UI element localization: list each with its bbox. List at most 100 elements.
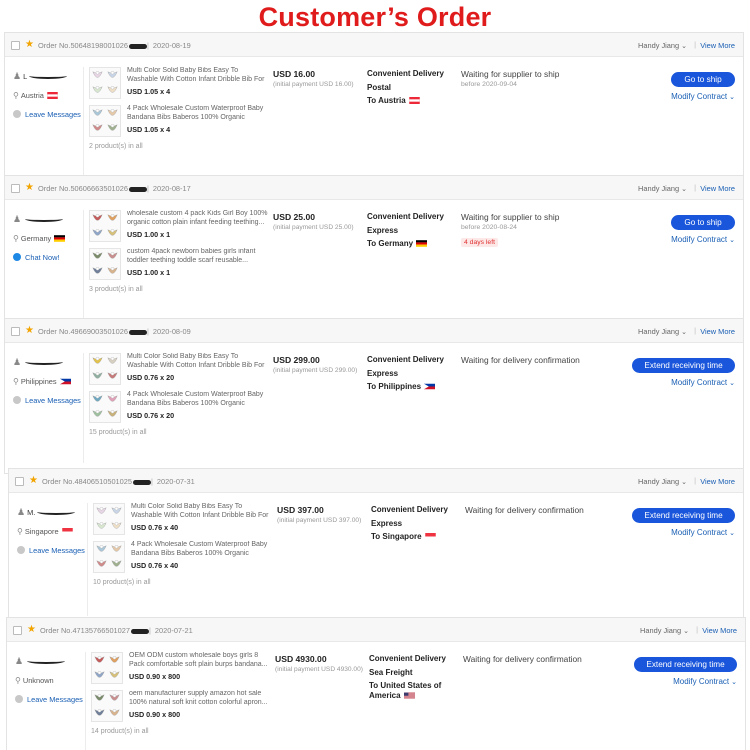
- order-amount: USD 397.00 (initial payment USD 397.00): [277, 505, 369, 525]
- order-checkbox[interactable]: [11, 41, 20, 50]
- order-checkbox[interactable]: [11, 184, 20, 193]
- leave-messages-link[interactable]: Leave Messages: [17, 543, 87, 557]
- leave-messages-link[interactable]: Leave Messages: [13, 107, 83, 121]
- product-thumbnail[interactable]: [89, 353, 121, 385]
- extend-receiving-time-button[interactable]: Extend receiving time: [632, 358, 735, 373]
- shipping-info: Convenient Delivery Express To Philippines: [367, 355, 459, 396]
- location-pin-icon: ⚲: [13, 233, 19, 243]
- delivery-type: Convenient Delivery: [367, 355, 444, 364]
- leave-messages-link[interactable]: Leave Messages: [15, 692, 85, 706]
- product-name[interactable]: 4 Pack Wholesale Custom Waterproof Baby …: [127, 105, 269, 122]
- product-name[interactable]: 4 Pack Wholesale Custom Waterproof Baby …: [131, 541, 273, 558]
- country-flag-icon: [422, 532, 436, 541]
- buyer-country: Austria: [20, 90, 44, 100]
- seller-dropdown[interactable]: Handy Jiang ⌄: [638, 41, 687, 50]
- product-thumbnail[interactable]: [89, 391, 121, 423]
- product-name[interactable]: custom 4pack newborn babies girls infant…: [127, 248, 269, 265]
- chevron-down-icon: ⌄: [731, 679, 737, 686]
- status-text: Waiting for delivery confirmation: [463, 654, 582, 664]
- order-number[interactable]: Order No.48406510501025: [42, 477, 151, 486]
- buyer-name[interactable]: L: [23, 72, 27, 81]
- product-name[interactable]: OEM ODM custom wholesale boys girls 8 Pa…: [129, 652, 271, 669]
- modify-contract-dropdown[interactable]: Modify Contract ⌄: [631, 528, 735, 537]
- product-name[interactable]: Multi Color Solid Baby Bibs Easy To Wash…: [127, 353, 269, 370]
- product-name[interactable]: wholesale custom 4 pack Kids Girl Boy 10…: [127, 210, 269, 227]
- product-price: USD 0.90 x 800: [129, 710, 181, 719]
- go-to-ship-button[interactable]: Go to ship: [671, 72, 735, 87]
- view-more-link[interactable]: View More: [700, 41, 735, 50]
- gold-supplier-icon: ★: [25, 325, 34, 336]
- shipping-info: Convenient Delivery Sea Freight To United …: [369, 654, 461, 704]
- product-price: USD 1.05 x 4: [127, 125, 171, 134]
- product-count: 15 product(s) in all: [89, 429, 147, 436]
- product-thumbnail[interactable]: [89, 105, 121, 137]
- order-date: 2020-07-21: [154, 626, 193, 635]
- modify-contract-dropdown[interactable]: Modify Contract ⌄: [631, 92, 735, 101]
- product-thumbnail[interactable]: [89, 67, 121, 99]
- initial-payment: (initial payment USD 397.00): [277, 517, 362, 524]
- view-more-link[interactable]: View More: [702, 626, 737, 635]
- view-more-link[interactable]: View More: [700, 327, 735, 336]
- redaction-mark: [25, 216, 64, 222]
- modify-contract-dropdown[interactable]: Modify Contract ⌄: [631, 378, 735, 387]
- seller-dropdown[interactable]: Handy Jiang ⌄: [638, 327, 687, 336]
- extend-receiving-time-button[interactable]: Extend receiving time: [632, 508, 735, 523]
- order-checkbox[interactable]: [11, 327, 20, 336]
- product-thumbnail[interactable]: [93, 541, 125, 573]
- buyer-name[interactable]: M.: [27, 508, 35, 517]
- seller-dropdown[interactable]: Handy Jiang ⌄: [638, 477, 687, 486]
- seller-name: Handy Jiang: [638, 327, 680, 336]
- product-name[interactable]: oem manufacturer supply amazon hot sale …: [129, 690, 271, 707]
- product-price: USD 1.00 x 1: [127, 230, 171, 239]
- redaction-mark: [25, 359, 64, 365]
- order-number[interactable]: Order No.50606663501026: [38, 184, 147, 193]
- destination: To Philippines: [367, 382, 459, 392]
- order-actions: Extend receiving time Modify Contract ⌄: [631, 355, 735, 387]
- seller-dropdown[interactable]: Handy Jiang ⌄: [638, 184, 687, 193]
- header-divider: |: [147, 327, 149, 336]
- product-list: Multi Color Solid Baby Bibs Easy To Wash…: [93, 503, 273, 586]
- product-thumbnail[interactable]: [89, 210, 121, 242]
- order-card: ★ Order No.49669003501026 | 2020-08-09 Handy…: [4, 318, 744, 474]
- leave-messages-link[interactable]: Leave Messages: [13, 393, 83, 407]
- product-count: 3 product(s) in all: [89, 286, 143, 293]
- product-thumbnail[interactable]: [91, 652, 123, 684]
- order-number[interactable]: Order No.47135766501027: [40, 626, 149, 635]
- order-card: ★ Order No.50648198001026 | 2020-08-19 Handy…: [4, 32, 744, 188]
- product-thumbnail[interactable]: [93, 503, 125, 535]
- product-item: custom 4pack newborn babies girls infant…: [89, 248, 269, 280]
- order-date: 2020-08-09: [152, 327, 191, 336]
- shipping-method: Express: [371, 518, 403, 528]
- product-name[interactable]: 4 Pack Wholesale Custom Waterproof Baby …: [127, 391, 269, 408]
- gold-supplier-icon: ★: [25, 39, 34, 50]
- user-icon: ♟: [13, 70, 22, 81]
- order-actions: Go to ship Modify Contract ⌄: [631, 69, 735, 101]
- product-name[interactable]: Multi Color Solid Baby Bibs Easy To Wash…: [127, 67, 269, 84]
- product-item: 4 Pack Wholesale Custom Waterproof Baby …: [93, 541, 273, 573]
- product-item: oem manufacturer supply amazon hot sale …: [91, 690, 271, 722]
- seller-dropdown[interactable]: Handy Jiang ⌄: [640, 626, 689, 635]
- go-to-ship-button[interactable]: Go to ship: [671, 215, 735, 230]
- view-more-link[interactable]: View More: [700, 184, 735, 193]
- order-status: Waiting for supplier to ship before 2020-…: [461, 212, 611, 249]
- product-thumbnail[interactable]: [91, 690, 123, 722]
- order-checkbox[interactable]: [15, 477, 24, 486]
- shipping-method: Express: [367, 368, 399, 378]
- modify-contract-dropdown[interactable]: Modify Contract ⌄: [633, 677, 737, 686]
- modify-contract-dropdown[interactable]: Modify Contract ⌄: [631, 235, 735, 244]
- page-title: Customer’s Order: [258, 2, 492, 32]
- view-more-link[interactable]: View More: [700, 477, 735, 486]
- extend-receiving-time-button[interactable]: Extend receiving time: [634, 657, 737, 672]
- product-thumbnail[interactable]: [89, 248, 121, 280]
- shipping-info: Convenient Delivery Express To Singapore: [371, 505, 463, 546]
- country-flag-icon: [44, 91, 58, 100]
- chat-now-link[interactable]: Chat Now!: [13, 250, 83, 264]
- order-header: ★ Order No.47135766501027 | 2020-07-21 Handy…: [7, 618, 745, 642]
- product-name[interactable]: Multi Color Solid Baby Bibs Easy To Wash…: [131, 503, 273, 520]
- divider: [87, 503, 88, 616]
- order-number[interactable]: Order No.50648198001026: [38, 41, 147, 50]
- initial-payment: (initial payment USD 25.00): [273, 224, 354, 231]
- order-checkbox[interactable]: [13, 626, 22, 635]
- redaction-mark: [37, 509, 76, 515]
- order-number[interactable]: Order No.49669003501026: [38, 327, 147, 336]
